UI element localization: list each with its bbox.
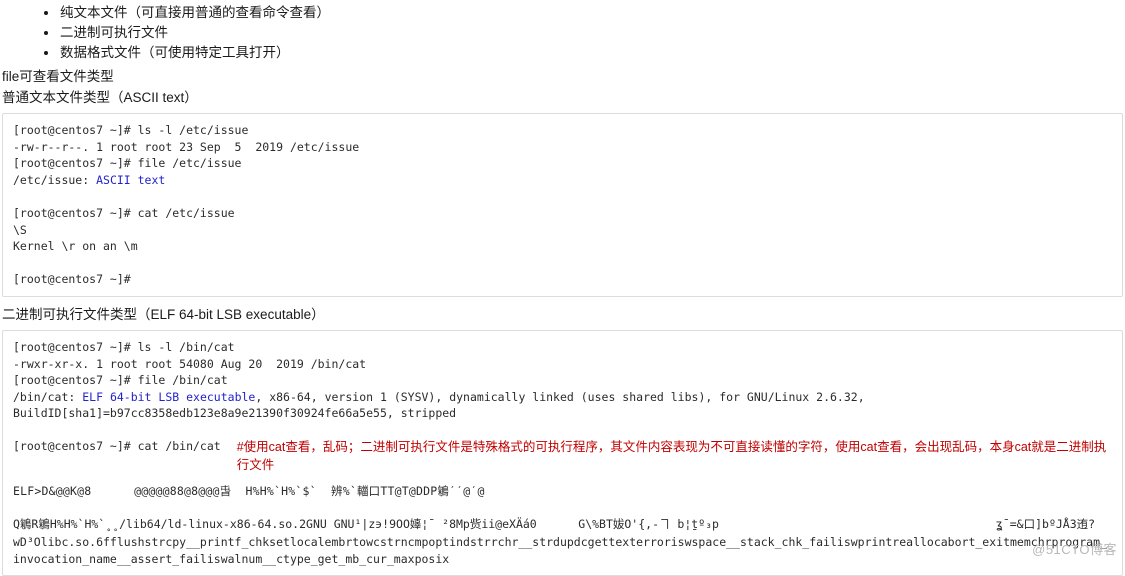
file-type-keyword: ASCII text <box>96 172 166 187</box>
terminal-line: [root@centos7 ~]# <box>13 272 131 287</box>
terminal-line: -rwxr-xr-x. 1 root root 54080 Aug 20 201… <box>13 356 367 371</box>
document-page: 纯文本文件（可直接用普通的查看命令查看） 二进制可执行文件 数据格式文件（可使用… <box>0 0 1125 576</box>
site-watermark: @51CTO博客 <box>1032 542 1117 557</box>
annotation-text-part: #使用 <box>236 439 269 454</box>
terminal-line: [root@centos7 ~]# file /bin/cat <box>13 373 228 388</box>
annotation-code-cat: cat <box>268 439 286 454</box>
terminal-line: -rw-r--r--. 1 root root 23 Sep 5 2019 /e… <box>13 139 360 154</box>
terminal-line: [root@centos7 ~]# ls -l /bin/cat <box>13 339 235 354</box>
list-item: 纯文本文件（可直接用普通的查看命令查看） <box>44 3 1125 23</box>
annotation-code-cat: cat <box>1014 439 1032 454</box>
terminal-output-elf: [root@centos7 ~]# ls -l /bin/cat -rwxr-x… <box>13 339 1112 422</box>
terminal-line: [root@centos7 ~]# file /etc/issue <box>13 156 242 171</box>
annotation-text-part: 查看，乱码；二进制可执行文件是特殊格式的可执行程序，其文件内容表现为不可直接读懂… <box>285 439 861 454</box>
terminal-line: BuildID[sha1]=b97cc8358edb123e8a9e21390f… <box>13 406 457 421</box>
terminal-output-ascii: [root@centos7 ~]# ls -l /etc/issue -rw-r… <box>13 122 1112 288</box>
section-heading-ascii-text: 普通文本文件类型（ASCII text） <box>2 90 198 105</box>
list-item: 二进制可执行文件 <box>44 23 1125 43</box>
binary-garbage-line-2: Q鵴R鵴H%H%`H%`˳˳/lib64/ld-linux-x86-64.so.… <box>13 516 1096 531</box>
cat-command-row: [root@centos7 ~]# cat /bin/cat #使用cat查看，… <box>13 422 1112 474</box>
intro-paragraph: file可查看文件类型 <box>2 69 114 84</box>
terminal-line: [root@centos7 ~]# ls -l /etc/issue <box>13 123 249 137</box>
terminal-line: \S <box>13 222 27 237</box>
terminal-line: [root@centos7 ~]# cat /etc/issue <box>13 205 235 220</box>
terminal-code-block-ascii: [root@centos7 ~]# ls -l /etc/issue -rw-r… <box>2 113 1123 297</box>
binary-garbage-line-3: wD³Olibc.so.6fflushstrcpy__printf_chkset… <box>13 535 1107 566</box>
terminal-line: /etc/issue: <box>13 172 97 187</box>
annotation-text-part: 查看，会出现乱码，本身 <box>877 439 1015 454</box>
list-item: 数据格式文件（可使用特定工具打开） <box>44 43 1125 63</box>
terminal-line: /bin/cat: <box>13 389 83 404</box>
terminal-line: , x86-64, version 1 (SYSV), dynamically … <box>255 389 865 404</box>
section-heading-elf-executable: 二进制可执行文件类型（ELF 64-bit LSB executable） <box>2 306 325 322</box>
terminal-line: Kernel \r on an \m <box>13 239 138 254</box>
red-annotation: #使用cat查看，乱码；二进制可执行文件是特殊格式的可执行程序，其文件内容表现为… <box>221 438 1112 474</box>
file-type-keyword: ELF 64-bit LSB executable <box>82 389 256 404</box>
terminal-line: [root@centos7 ~]# cat /bin/cat <box>13 438 221 453</box>
file-type-bullet-list: 纯文本文件（可直接用普通的查看命令查看） 二进制可执行文件 数据格式文件（可使用… <box>0 0 1125 63</box>
binary-garbage-line-1: ELF>D&@@K@8 @@@@@88@8@@@旾 H%H%`H%`$` 辨%`… <box>13 483 485 498</box>
terminal-code-block-elf: [root@centos7 ~]# ls -l /bin/cat -rwxr-x… <box>2 329 1123 576</box>
annotation-code-cat: cat <box>860 439 878 454</box>
